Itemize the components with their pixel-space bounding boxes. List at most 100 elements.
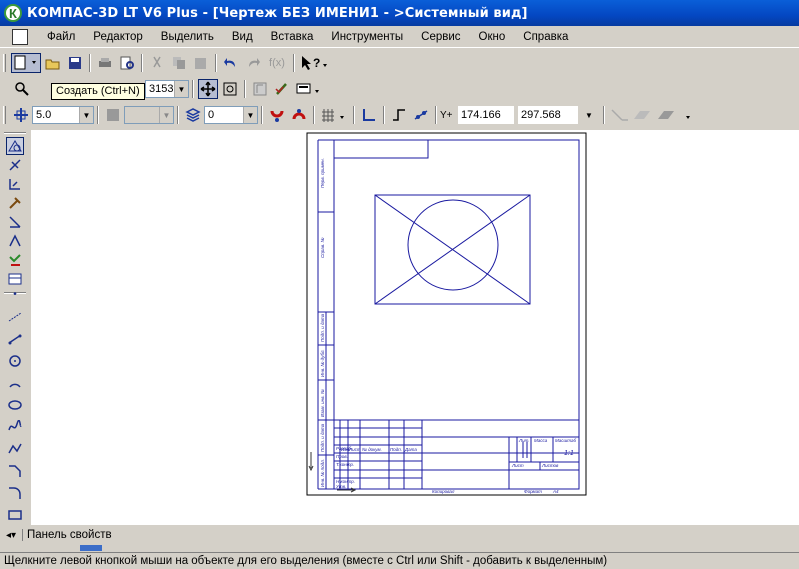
layer-combo[interactable]: 0 ▼	[204, 106, 258, 124]
menu-select[interactable]: Выделить	[152, 31, 223, 43]
print-button[interactable]	[95, 53, 115, 73]
chevron-down-icon[interactable]: ▼	[243, 107, 257, 123]
cut-button[interactable]	[147, 53, 167, 73]
document-icon[interactable]	[12, 29, 28, 45]
menu-file[interactable]: Файл	[38, 31, 84, 43]
panel-tab[interactable]	[80, 545, 102, 551]
coords-dropdown[interactable]: ▼	[579, 105, 599, 125]
menu-window[interactable]: Окно	[470, 31, 515, 43]
menu-editor[interactable]: Редактор	[84, 31, 152, 43]
fillet-tool-button[interactable]	[6, 484, 24, 502]
coord-y-field[interactable]: 297.568	[518, 106, 578, 124]
step-value: 5.0	[36, 109, 52, 121]
properties-button[interactable]	[272, 79, 292, 99]
toolbar-separator	[192, 80, 194, 98]
toolbar-separator	[244, 80, 246, 98]
geometry-tool-button[interactable]	[6, 137, 24, 155]
spline-tool-button[interactable]	[6, 418, 24, 436]
drawing-sheet[interactable]: Разраб. Пров. Т.контр. Н.контр. Утв. Изм…	[31, 130, 799, 525]
arc-tool-button[interactable]	[6, 374, 24, 392]
polyline-tool-button[interactable]	[6, 440, 24, 458]
circle-tool-button[interactable]	[6, 352, 24, 370]
paste-button[interactable]	[191, 53, 211, 73]
open-button[interactable]	[43, 53, 63, 73]
zoom-fit-button[interactable]	[220, 79, 240, 99]
menu-insert[interactable]: Вставка	[262, 31, 323, 43]
save-button[interactable]	[65, 53, 85, 73]
toolbar-separator	[435, 106, 437, 124]
local-snap-button[interactable]	[289, 105, 309, 125]
grid-button[interactable]	[319, 105, 349, 125]
fillet-icon	[9, 487, 21, 499]
view-state-button[interactable]	[103, 105, 123, 125]
aux-line-tool-button[interactable]	[6, 308, 24, 326]
menu-service[interactable]: Сервис	[412, 31, 469, 43]
measure-tool-button[interactable]	[6, 232, 24, 250]
step-line-icon	[393, 109, 405, 121]
properties-panel-strip	[0, 544, 799, 552]
scale-combo[interactable]: 3153 ▼	[145, 80, 189, 98]
toolbar-separator	[261, 106, 263, 124]
part-circle	[407, 199, 499, 291]
redo-button[interactable]	[243, 53, 263, 73]
dimension-icon	[9, 159, 21, 171]
view-combo[interactable]: ▼	[124, 106, 174, 124]
segment-tool-button[interactable]	[6, 330, 24, 348]
help-pointer-button[interactable]: ?	[299, 53, 329, 73]
zoom-button[interactable]	[12, 79, 32, 99]
round-button[interactable]	[389, 105, 409, 125]
title-bar: К КОМПАС-3D LT V6 Plus - [Чертеж БЕЗ ИМЕ…	[0, 0, 799, 26]
dimensions-tool-button[interactable]	[6, 156, 24, 174]
layer-button[interactable]	[183, 105, 203, 125]
kompas-logo-icon[interactable]: К	[4, 4, 22, 22]
stamp-list2: Лист	[511, 463, 524, 468]
point-tool-button[interactable]: •	[6, 286, 24, 302]
snap-button[interactable]	[267, 105, 287, 125]
refresh-button[interactable]	[250, 79, 270, 99]
pencil-check-icon	[275, 83, 287, 95]
select-icon	[9, 254, 21, 266]
toolbar-grip[interactable]	[3, 106, 6, 124]
chamfer-icon	[9, 465, 21, 477]
rectangle-tool-button[interactable]	[6, 506, 24, 524]
chevron-down-icon[interactable]: ▼	[159, 107, 173, 123]
panel-grip[interactable]	[4, 132, 26, 134]
grid-step-button[interactable]	[11, 105, 31, 125]
new-document-button[interactable]	[11, 52, 41, 73]
menu-help[interactable]: Справка	[514, 31, 577, 43]
properties-panel-label: Панель свойств	[22, 529, 112, 541]
side-sprav: Справ. №	[320, 237, 325, 258]
menu-view[interactable]: Вид	[223, 31, 262, 43]
ellipse-tool-button[interactable]	[6, 396, 24, 414]
drawing-canvas[interactable]: Разраб. Пров. Т.контр. Н.контр. Утв. Изм…	[31, 130, 799, 525]
parametrization-tool-button[interactable]	[6, 213, 24, 231]
function-button[interactable]: f(x)	[265, 53, 289, 73]
chamfer-tool-button[interactable]	[6, 462, 24, 480]
orthogonal-button[interactable]	[359, 105, 379, 125]
coord-x-field[interactable]: 174.166	[458, 106, 514, 124]
side-perv-primen: Перв. примен.	[320, 158, 325, 188]
selection-tool-button[interactable]	[6, 251, 24, 269]
copy-button[interactable]	[169, 53, 189, 73]
editing-tool-button[interactable]	[6, 194, 24, 212]
monitor-icon	[296, 83, 319, 94]
menu-tools[interactable]: Инструменты	[322, 31, 412, 43]
polyline-icon	[8, 443, 22, 454]
stamp-podp: Подп.	[390, 447, 402, 452]
display-mode-button[interactable]	[294, 79, 324, 99]
print-preview-button[interactable]	[117, 53, 137, 73]
stamp-format-value: A4	[552, 489, 559, 494]
step-combo[interactable]: 5.0 ▼	[32, 106, 94, 124]
panel-toggle[interactable]: ◂▾	[0, 527, 22, 543]
undo-button[interactable]	[221, 53, 241, 73]
designation-tool-button[interactable]	[6, 175, 24, 193]
toolbar-separator	[293, 53, 295, 72]
nodes-button[interactable]	[411, 105, 431, 125]
edit-geometry-buttons[interactable]	[609, 105, 695, 125]
toolbar-separator	[97, 106, 99, 124]
pan-button[interactable]	[198, 79, 218, 99]
toolbar-grip[interactable]	[3, 53, 6, 72]
chevron-down-icon[interactable]: ▼	[174, 81, 188, 97]
layers-icon	[185, 108, 201, 122]
chevron-down-icon[interactable]: ▼	[79, 107, 93, 123]
